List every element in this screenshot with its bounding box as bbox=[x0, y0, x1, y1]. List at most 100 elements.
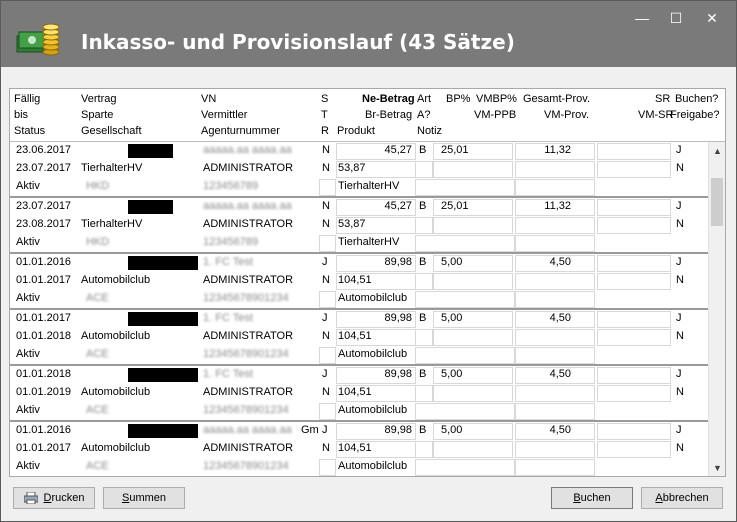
abbrechen-button[interactable]: Abbrechen bbox=[641, 487, 723, 509]
status-value: Aktiv bbox=[16, 236, 40, 248]
redacted-vertrag bbox=[128, 256, 198, 270]
notiz-cell[interactable] bbox=[415, 291, 515, 308]
table-row[interactable]: 01.01.2017 1. FC Test J 89,98 B 5,00 4,50 J 01.0… bbox=[10, 310, 708, 366]
a-cell[interactable] bbox=[415, 385, 433, 402]
vm-ppb-cell[interactable] bbox=[433, 385, 513, 402]
title-bar: Inkasso- und Provisionslauf (43 Sätze) —… bbox=[1, 1, 736, 67]
table-row[interactable]: 01.01.2018 1. FC Test J 89,98 B 5,00 4,50 J 01.0… bbox=[10, 366, 708, 422]
status-value: Aktiv bbox=[16, 348, 40, 360]
sr-cell[interactable] bbox=[597, 143, 671, 160]
bis-date: 01.01.2017 bbox=[16, 442, 72, 454]
faellig-date: 23.07.2017 bbox=[16, 200, 72, 212]
gesamt-prov-value: 11,32 bbox=[544, 144, 571, 156]
vm-prov-cell[interactable] bbox=[515, 385, 595, 402]
sr-cell[interactable] bbox=[597, 423, 671, 440]
a-cell[interactable] bbox=[415, 217, 433, 234]
maximize-button[interactable]: ☐ bbox=[665, 9, 687, 27]
freigabe-flag[interactable]: N bbox=[676, 330, 684, 342]
redacted-vertrag bbox=[128, 144, 173, 158]
table-row[interactable]: 23.06.2017 aaaaa.aa aaaa.aa N 45,27 B 25,01 11… bbox=[10, 142, 708, 198]
vm-prov-cell[interactable] bbox=[515, 161, 595, 178]
buchen-flag[interactable]: J bbox=[676, 424, 682, 436]
buchen-button[interactable]: Buchen bbox=[551, 487, 633, 509]
summen-button[interactable]: Summen bbox=[103, 487, 185, 509]
r-cell[interactable] bbox=[319, 291, 336, 308]
br-betrag-value: 104,51 bbox=[338, 330, 372, 342]
agenturnummer-blurred: 12345678901234 bbox=[203, 292, 289, 304]
vm-ppb-cell[interactable] bbox=[433, 441, 513, 458]
buchen-flag[interactable]: J bbox=[676, 200, 682, 212]
vm-sr-cell[interactable] bbox=[597, 329, 671, 346]
notiz-cell[interactable] bbox=[415, 403, 515, 420]
vm-sr-cell[interactable] bbox=[597, 161, 671, 178]
vm-sr-cell[interactable] bbox=[597, 273, 671, 290]
header-art: Art bbox=[417, 93, 432, 105]
vm-sr-cell[interactable] bbox=[597, 217, 671, 234]
vm-prov-cell[interactable] bbox=[515, 273, 595, 290]
br-betrag-value: 104,51 bbox=[338, 442, 372, 454]
faellig-date: 01.01.2017 bbox=[16, 312, 72, 324]
vm-ppb-cell[interactable] bbox=[433, 329, 513, 346]
vm-sr-cell[interactable] bbox=[597, 385, 671, 402]
header-gesamt-prov: Gesamt-Prov. bbox=[523, 93, 591, 105]
buchen-flag[interactable]: J bbox=[676, 256, 682, 268]
sr-cell[interactable] bbox=[597, 199, 671, 216]
scrollbar-thumb[interactable] bbox=[711, 178, 723, 226]
header-vermittler: Vermittler bbox=[201, 109, 248, 121]
scroll-down-icon[interactable]: ▼ bbox=[709, 459, 725, 476]
freigabe-flag[interactable]: N bbox=[676, 218, 684, 230]
close-button[interactable]: ✕ bbox=[701, 9, 723, 27]
sr-cell[interactable] bbox=[597, 367, 671, 384]
a-cell[interactable] bbox=[415, 273, 433, 290]
r-cell[interactable] bbox=[319, 235, 336, 252]
header-freigabe: Freigabe? bbox=[670, 109, 720, 121]
vm-prov-cell[interactable] bbox=[515, 441, 595, 458]
header-status: Status bbox=[14, 125, 46, 137]
scroll-up-icon[interactable]: ▲ bbox=[709, 142, 725, 159]
faellig-date: 01.01.2018 bbox=[16, 368, 72, 380]
bis-date: 01.01.2017 bbox=[16, 274, 72, 286]
table-row[interactable]: 01.01.2016 1. FC Test J 89,98 B 5,00 4,50 J 01.0… bbox=[10, 254, 708, 310]
r-cell[interactable] bbox=[319, 347, 336, 364]
r-cell[interactable] bbox=[319, 459, 336, 476]
r-cell[interactable] bbox=[319, 403, 336, 420]
art-value: B bbox=[419, 424, 427, 436]
vm-prov-cell[interactable] bbox=[515, 217, 595, 234]
vm-ppb-cell[interactable] bbox=[433, 161, 513, 178]
notiz-cell[interactable] bbox=[415, 459, 515, 476]
freigabe-flag[interactable]: N bbox=[676, 162, 684, 174]
record-line-3: Aktiv ACE 12345678901234 Automobilclub bbox=[10, 402, 708, 420]
notiz-cell[interactable] bbox=[415, 179, 515, 196]
freigabe-flag[interactable]: N bbox=[676, 274, 684, 286]
vm-prov-cell[interactable] bbox=[515, 329, 595, 346]
header-bis: bis bbox=[14, 109, 29, 121]
a-cell[interactable] bbox=[415, 161, 433, 178]
buchen-flag[interactable]: J bbox=[676, 368, 682, 380]
notiz-cell[interactable] bbox=[415, 235, 515, 252]
sr-cell[interactable] bbox=[597, 311, 671, 328]
table-row[interactable]: 01.01.2016 aaaaa.aa aaaa.aa Gm J 89,98 B 5,00 4… bbox=[10, 422, 708, 476]
table-row[interactable]: 23.07.2017 aaaaa.aa aaaa.aa N 45,27 B 25,01 11… bbox=[10, 198, 708, 254]
header-agenturnummer: Agenturnummer bbox=[201, 125, 280, 137]
vm-ppb-cell[interactable] bbox=[433, 217, 513, 234]
vm-sr-cell[interactable] bbox=[597, 441, 671, 458]
buchen-flag[interactable]: J bbox=[676, 144, 682, 156]
record-line-1: 23.06.2017 aaaaa.aa aaaa.aa N 45,27 B 25,01 11… bbox=[10, 142, 708, 160]
header-buchen: Buchen? bbox=[675, 93, 719, 105]
a-cell[interactable] bbox=[415, 329, 433, 346]
notiz-cell[interactable] bbox=[415, 347, 515, 364]
a-cell[interactable] bbox=[415, 441, 433, 458]
minimize-button[interactable]: — bbox=[631, 9, 653, 27]
header-sparte: Sparte bbox=[81, 109, 114, 121]
freigabe-flag[interactable]: N bbox=[676, 442, 684, 454]
r-cell[interactable] bbox=[319, 179, 336, 196]
buchen-flag[interactable]: J bbox=[676, 312, 682, 324]
freigabe-flag[interactable]: N bbox=[676, 386, 684, 398]
vm-ppb-cell[interactable] bbox=[433, 273, 513, 290]
drucken-button[interactable]: Drucken bbox=[13, 487, 95, 509]
record-line-1: 01.01.2017 1. FC Test J 89,98 B 5,00 4,50 J bbox=[10, 310, 708, 328]
sr-cell[interactable] bbox=[597, 255, 671, 272]
type-flag: N bbox=[322, 218, 330, 230]
vertical-scrollbar[interactable]: ▲ ▼ bbox=[708, 142, 725, 476]
gesellschaft-blurred: ACE bbox=[86, 292, 109, 304]
